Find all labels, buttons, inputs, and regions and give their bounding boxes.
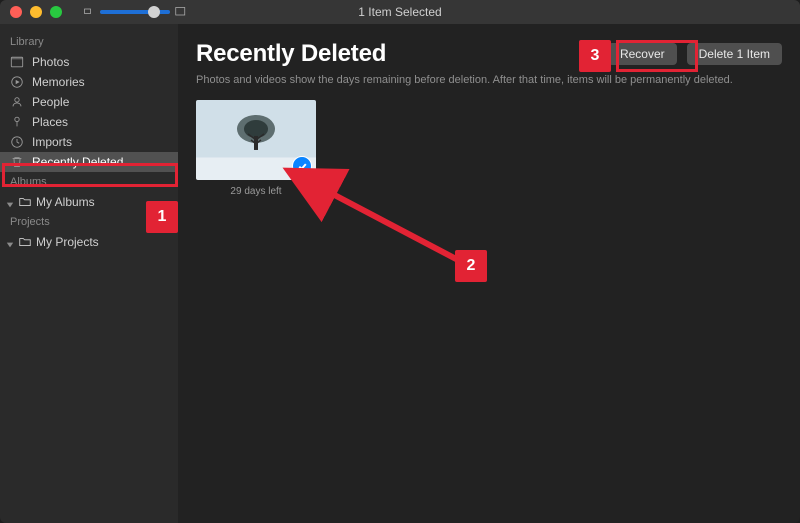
thumbnail-artwork [231, 114, 281, 156]
sidebar-item-label: My Albums [36, 195, 95, 209]
memories-icon [10, 75, 24, 89]
disclosure-triangle-icon [6, 238, 14, 246]
sidebar-item-label: Imports [32, 135, 72, 149]
sidebar-item-label: People [32, 95, 69, 109]
sidebar-item-photos[interactable]: Photos [0, 52, 178, 72]
sidebar-item-people[interactable]: People [0, 92, 178, 112]
header-actions: Recover Delete 1 Item [608, 43, 782, 65]
fullscreen-window-icon[interactable] [50, 6, 62, 18]
sidebar: Library Photos Memories People [0, 24, 178, 523]
window-controls [10, 6, 62, 18]
folder-icon [18, 235, 32, 249]
thumbnail-image [196, 100, 316, 180]
page-title: Recently Deleted [196, 40, 386, 68]
sidebar-item-my-projects[interactable]: My Projects [0, 232, 178, 252]
content-header: Recently Deleted Recover Delete 1 Item [196, 40, 782, 68]
thumbnail-size-slider[interactable] [100, 10, 170, 14]
sidebar-item-memories[interactable]: Memories [0, 72, 178, 92]
folder-icon [18, 195, 32, 209]
window-body: Library Photos Memories People [0, 24, 800, 523]
app-window: 1 Item Selected Library Photos Memories [0, 0, 800, 523]
sidebar-item-my-albums[interactable]: My Albums [0, 192, 178, 212]
places-pin-icon [10, 115, 24, 129]
sidebar-item-label: My Projects [36, 235, 99, 249]
sidebar-item-label: Memories [32, 75, 85, 89]
sidebar-item-label: Places [32, 115, 68, 129]
sidebar-item-label: Photos [32, 55, 69, 69]
selection-checkmark-icon [292, 156, 312, 176]
recover-button[interactable]: Recover [608, 43, 677, 65]
sidebar-item-imports[interactable]: Imports [0, 132, 178, 152]
zoom-in-large-icon[interactable] [174, 5, 188, 19]
delete-button[interactable]: Delete 1 Item [687, 43, 782, 65]
people-icon [10, 95, 24, 109]
sidebar-item-places[interactable]: Places [0, 112, 178, 132]
minimize-window-icon[interactable] [30, 6, 42, 18]
sidebar-item-label: Recently Deleted [32, 155, 123, 169]
imports-clock-icon [10, 135, 24, 149]
disclosure-triangle-icon [6, 198, 14, 206]
thumbnail-grid: 29 days left [196, 100, 782, 197]
main-content: Recently Deleted Recover Delete 1 Item P… [178, 24, 800, 523]
sidebar-item-recently-deleted[interactable]: Recently Deleted [0, 152, 178, 172]
sidebar-section-library: Library [0, 32, 178, 52]
photo-thumbnail[interactable]: 29 days left [196, 100, 316, 197]
zoom-out-small-icon[interactable] [82, 5, 96, 19]
page-subtitle: Photos and videos show the days remainin… [196, 74, 782, 86]
trash-icon [10, 155, 24, 169]
sidebar-section-albums: Albums [0, 172, 178, 192]
zoom-slider-group [82, 5, 188, 19]
photos-icon [10, 55, 24, 69]
titlebar: 1 Item Selected [0, 0, 800, 24]
sidebar-section-projects: Projects [0, 212, 178, 232]
close-window-icon[interactable] [10, 6, 22, 18]
thumbnail-caption: 29 days left [230, 186, 281, 197]
